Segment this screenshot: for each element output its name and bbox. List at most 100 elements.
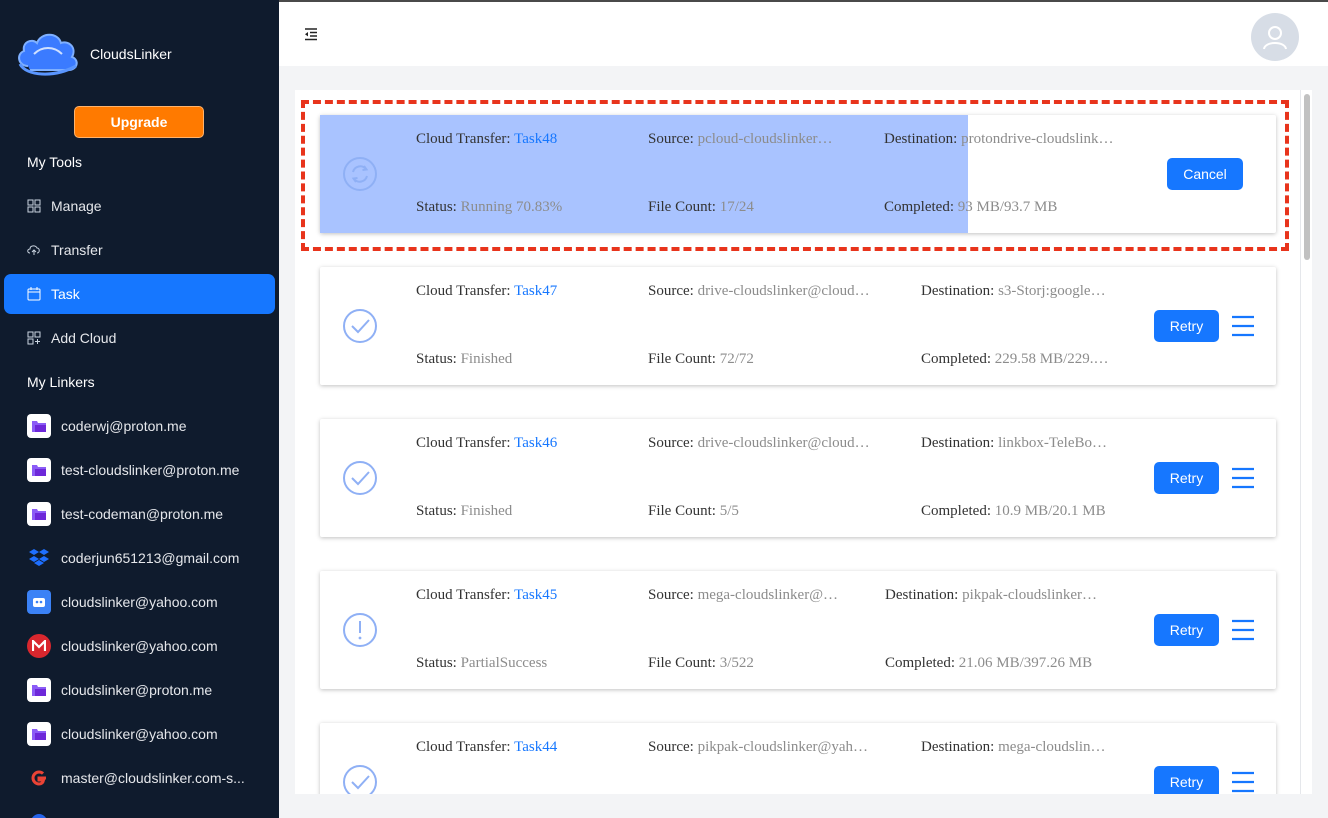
task-link[interactable]: Task47	[514, 283, 557, 299]
completed-field: Completed: 21.06 MB/397.26 MB	[885, 655, 1135, 672]
scroll-thumb[interactable]	[1304, 94, 1310, 260]
linker-item[interactable]: cloudslinker@yahoo.com	[27, 722, 218, 746]
linker-item[interactable]: cloudslinker@proton.me	[27, 678, 212, 702]
linker-item[interactable]: test-codeman@proton.me	[27, 502, 223, 526]
sidebar-item-transfer[interactable]: Transfer	[4, 230, 275, 270]
avatar[interactable]	[1251, 13, 1299, 61]
field-value: mega-cloudslinker@…	[697, 587, 839, 603]
upgrade-button[interactable]: Upgrade	[74, 106, 204, 138]
task-name-field: Cloud Transfer: Task45	[416, 587, 636, 604]
check-circle-icon	[343, 765, 377, 794]
field-value: pikpak-cloudslinker…	[962, 587, 1098, 603]
task-card: Cloud Transfer: Task47 Source: drive-clo…	[320, 267, 1276, 385]
source-field: Source: pcloud-cloudslinker…	[648, 131, 848, 148]
field-label: Completed:	[884, 199, 958, 215]
linker-label: coderjun651213@gmail.com	[61, 550, 240, 566]
linker-label: cloudslinker@yahoo.com	[61, 726, 218, 742]
retry-button[interactable]: Retry	[1154, 766, 1219, 794]
field-label: Source:	[648, 131, 698, 147]
field-value: protondrive-cloudslink…	[961, 131, 1114, 147]
task-link[interactable]: Task46	[514, 435, 557, 451]
linker-item[interactable]: cloudslinker@yahoo.com	[27, 634, 218, 658]
task-link[interactable]: Task45	[514, 587, 557, 603]
task-card: Cloud Transfer: Task44 Source: pikpak-cl…	[320, 723, 1276, 794]
task-card: Cloud Transfer: Task46 Source: drive-clo…	[320, 419, 1276, 537]
destination-field: Destination: s3-Storj:google…	[921, 283, 1131, 300]
retry-button[interactable]: Retry	[1154, 614, 1219, 646]
sidebar-item-manage[interactable]: Manage	[4, 186, 275, 226]
file-count-field: File Count: 3/522	[648, 655, 858, 672]
linker-item[interactable]: master@cloudslinker.com-s...	[27, 766, 245, 790]
field-value: 3/522	[719, 655, 754, 671]
field-label: File Count:	[648, 503, 720, 519]
robot-icon	[27, 590, 51, 614]
task-card: Cloud Transfer: Task45 Source: mega-clou…	[320, 571, 1276, 689]
task-name-field: Cloud Transfer: Task46	[416, 435, 636, 452]
retry-button[interactable]: Retry	[1154, 310, 1219, 342]
task-link[interactable]: Task48	[514, 131, 557, 147]
field-value: pikpak-cloudslinker@yah…	[697, 739, 869, 755]
field-label: Completed:	[921, 351, 995, 367]
clouds-logo-icon	[18, 33, 78, 76]
field-value: pcloud-cloudslinker…	[697, 131, 833, 147]
linker-item[interactable]: coderjun651213@gmail.com	[27, 546, 239, 570]
sync-icon	[343, 157, 377, 191]
linker-label: coderwj@proton.me	[61, 418, 187, 434]
field-label: Status:	[416, 655, 461, 671]
linker-label: cloudslinker@yahoo.com	[61, 594, 218, 610]
linker-label: test-cloudslinker@proton.me	[61, 462, 240, 478]
proton-drive-icon	[27, 678, 51, 702]
field-value: 229.58 MB/229.…	[994, 351, 1109, 367]
menu-icon[interactable]	[1231, 771, 1255, 793]
menu-icon[interactable]	[1231, 619, 1255, 641]
check-circle-icon	[343, 461, 377, 495]
linker-label: test-codeman@proton.me	[61, 506, 224, 522]
field-value: Finished	[460, 351, 513, 367]
sidebar-item-label: Manage	[51, 198, 102, 214]
file-count-field: File Count: 5/5	[648, 503, 888, 520]
grid-icon	[27, 199, 41, 213]
scrollbar[interactable]	[1300, 90, 1312, 794]
cancel-button[interactable]: Cancel	[1167, 158, 1243, 190]
field-value: 17/24	[719, 199, 754, 215]
status-field: Status: Running 70.83%	[416, 199, 636, 216]
field-label: Cloud Transfer:	[416, 131, 515, 147]
field-label: Status:	[416, 503, 461, 519]
field-label: Destination:	[921, 435, 999, 451]
task-link[interactable]: Task44	[514, 739, 557, 755]
retry-button[interactable]: Retry	[1154, 462, 1219, 494]
menu-icon[interactable]	[1231, 315, 1255, 337]
source-field: Source: pikpak-cloudslinker@yah…	[648, 739, 888, 756]
linker-item[interactable]: test-cloudslinker@proton.me	[27, 458, 239, 482]
linker-item-partial[interactable]	[27, 808, 61, 818]
linker-label: cloudslinker@proton.me	[61, 682, 213, 698]
field-value: drive-cloudslinker@cloud…	[697, 435, 870, 451]
task-list: Cloud Transfer: Task48 Source: pcloud-cl…	[295, 90, 1300, 794]
proton-drive-icon	[27, 722, 51, 746]
completed-field: Completed: 10.9 MB/20.1 MB	[921, 503, 1131, 520]
add-cloud-icon	[27, 331, 41, 345]
linker-item[interactable]: coderwj@proton.me	[27, 414, 187, 438]
logo[interactable]: CloudsLinker	[14, 26, 172, 82]
sidebar-item-task[interactable]: Task	[4, 274, 275, 314]
status-field: Status: Finished	[416, 351, 636, 368]
field-label: File Count:	[648, 351, 720, 367]
field-label: Destination:	[884, 131, 962, 147]
destination-field: Destination: protondrive-cloudslink…	[884, 131, 1134, 148]
field-value: 21.06 MB/397.26 MB	[958, 655, 1093, 671]
field-label: Completed:	[885, 655, 959, 671]
field-value: 5/5	[719, 503, 739, 519]
linker-item[interactable]: cloudslinker@yahoo.com	[27, 590, 218, 614]
menu-fold-icon[interactable]	[303, 26, 319, 42]
field-value: linkbox-TeleBo…	[998, 435, 1108, 451]
menu-icon[interactable]	[1231, 467, 1255, 489]
field-label: Status:	[416, 351, 461, 367]
my-tools-heading: My Tools	[27, 154, 82, 170]
source-field: Source: drive-cloudslinker@cloud…	[648, 435, 888, 452]
sidebar-item-add-cloud[interactable]: Add Cloud	[4, 318, 275, 358]
linker-label: master@cloudslinker.com-s...	[61, 770, 245, 786]
cloud-transfer-icon	[27, 243, 41, 257]
source-field: Source: drive-cloudslinker@cloud…	[648, 283, 888, 300]
destination-field: Destination: mega-cloudslin…	[921, 739, 1131, 756]
field-label: Status:	[416, 199, 461, 215]
